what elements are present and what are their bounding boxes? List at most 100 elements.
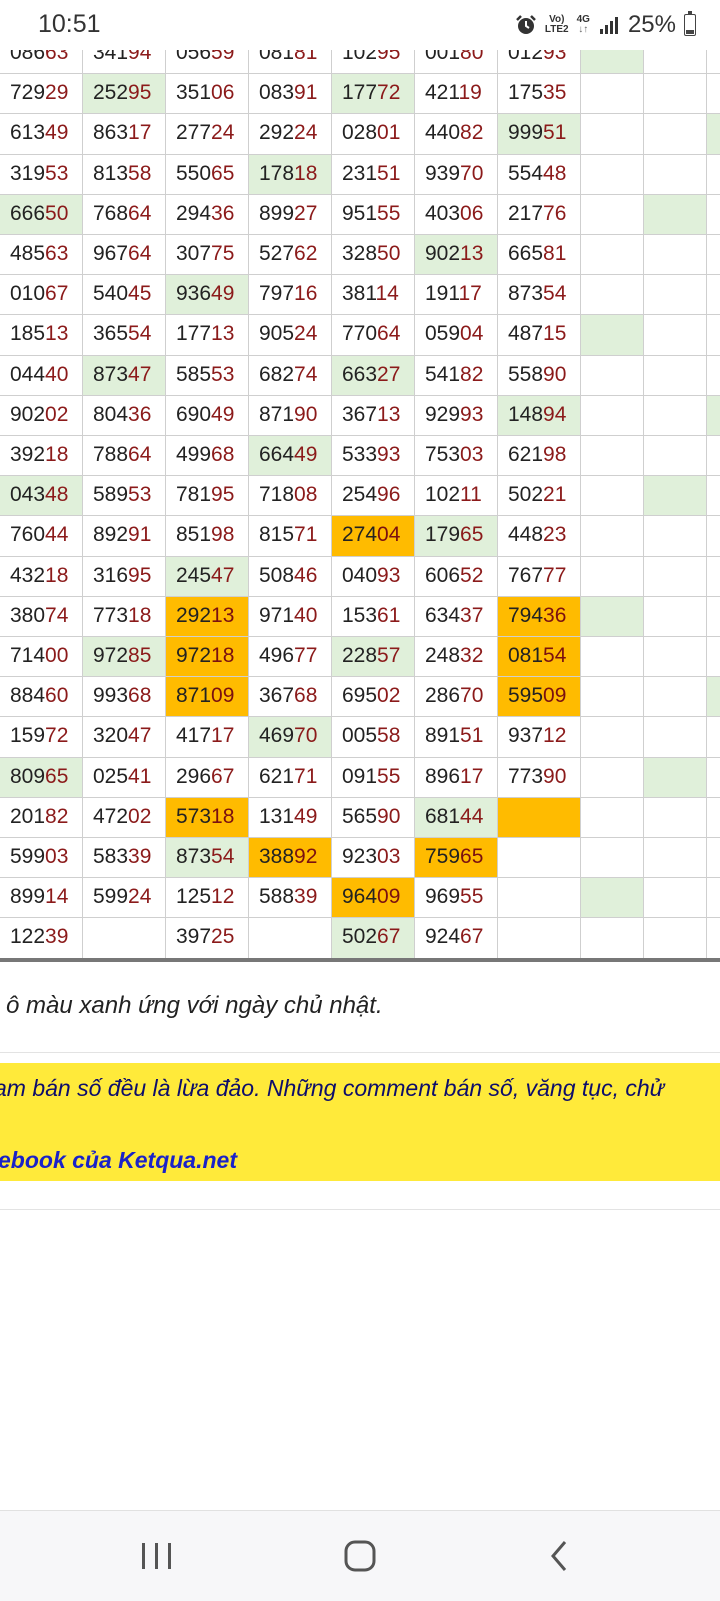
grid-cell xyxy=(581,235,644,276)
grid-cell: 88460 xyxy=(0,677,83,718)
cell-head-digits: 813 xyxy=(93,161,129,185)
grid-cell: 90213 xyxy=(415,235,498,276)
cell-tail-digits: 18 xyxy=(45,563,69,587)
cell-tail-digits: 70 xyxy=(460,684,484,708)
cell-head-digits: 797 xyxy=(259,282,295,306)
cell-head-digits: 177 xyxy=(342,81,378,105)
cell-tail-digits: 02 xyxy=(377,684,401,708)
back-icon[interactable] xyxy=(535,1533,585,1579)
warning-text: am bán số đều là lừa đảo. Những comment … xyxy=(0,1075,665,1101)
cell-tail-digits: 01 xyxy=(377,121,401,145)
cell-tail-digits: 09 xyxy=(543,684,567,708)
grid-cell xyxy=(644,878,707,919)
cell-head-digits: 595 xyxy=(508,684,544,708)
cell-head-digits: 902 xyxy=(10,402,46,426)
grid-cell: 96409 xyxy=(332,878,415,919)
cell-head-digits: 999 xyxy=(508,121,544,145)
grid-cell xyxy=(581,194,644,235)
cell-tail-digits: 51 xyxy=(377,161,401,185)
cell-tail-digits: 74 xyxy=(45,603,69,627)
cell-head-digits: 499 xyxy=(176,443,212,466)
grid-cell: 44082 xyxy=(415,114,498,155)
grid-cell: 25295 xyxy=(83,74,166,115)
cell-tail-digits: 60 xyxy=(45,684,69,708)
grid-cell: 55065 xyxy=(166,154,249,195)
home-icon[interactable] xyxy=(335,1533,385,1579)
grid-cell: 96764 xyxy=(83,235,166,276)
grid-cell: 89151 xyxy=(415,717,498,758)
cell-tail-digits: 64 xyxy=(377,322,401,346)
cell-tail-digits: 13 xyxy=(45,322,69,346)
cell-tail-digits: 64 xyxy=(128,443,152,466)
cell-tail-digits: 13 xyxy=(460,242,484,265)
cell-head-digits: 487 xyxy=(508,322,544,346)
cell-head-digits: 729 xyxy=(10,81,46,105)
grid-cell: 43218 xyxy=(0,556,83,597)
grid-cell: 80965 xyxy=(0,757,83,798)
cell-tail-digits: 76 xyxy=(543,201,567,225)
status-time: 10:51 xyxy=(38,10,101,38)
cell-tail-digits: 82 xyxy=(45,804,69,828)
grid-cell: 04093 xyxy=(332,556,415,597)
grid-cell: 54182 xyxy=(415,355,498,396)
grid-cell: 66449 xyxy=(249,436,332,477)
cell-tail-digits: 24 xyxy=(294,121,318,145)
cell-head-digits: 554 xyxy=(508,161,544,185)
cell-head-digits: 367 xyxy=(259,684,295,708)
cell-head-digits: 043 xyxy=(10,483,46,507)
grid-cell xyxy=(644,838,707,879)
grid-cell: 89927 xyxy=(249,194,332,235)
recent-apps-icon[interactable] xyxy=(132,1533,182,1579)
cell-head-digits: 252 xyxy=(93,81,129,105)
grid-cell: 57318 xyxy=(166,797,249,838)
cell-tail-digits: 44 xyxy=(460,804,484,828)
cell-head-digits: 613 xyxy=(10,121,46,145)
cell-tail-digits: 18 xyxy=(45,443,69,466)
grid-cell: 69049 xyxy=(166,395,249,436)
cell-head-digits: 294 xyxy=(176,201,212,225)
cell-head-digits: 663 xyxy=(342,362,378,386)
grid-cell: 93712 xyxy=(498,717,581,758)
cell-head-digits: 496 xyxy=(259,644,295,667)
cell-head-digits: 277 xyxy=(176,121,212,145)
cell-head-digits: 248 xyxy=(425,644,461,667)
cell-tail-digits: 72 xyxy=(377,81,401,105)
grid-cell: 58953 xyxy=(83,476,166,517)
cell-tail-digits: 16 xyxy=(294,282,318,306)
cell-head-digits: 815 xyxy=(259,523,295,547)
grid-cell xyxy=(581,838,644,879)
cell-tail-digits: 75 xyxy=(211,242,235,265)
cell-tail-digits: 13 xyxy=(377,402,401,426)
cell-head-digits: 028 xyxy=(342,121,378,145)
cell-head-digits: 971 xyxy=(259,603,295,627)
facebook-link[interactable]: ebook của Ketqua.net xyxy=(0,1147,237,1174)
cell-tail-digits: 71 xyxy=(294,764,318,788)
grid-cell: 17818 xyxy=(249,154,332,195)
cell-head-digits: 993 xyxy=(93,684,129,708)
cell-head-digits: 929 xyxy=(425,402,461,426)
cell-head-digits: 972 xyxy=(93,644,129,667)
grid-cell: 80436 xyxy=(83,395,166,436)
cell-head-digits: 606 xyxy=(425,563,461,587)
grid-cell: 77064 xyxy=(332,315,415,356)
grid-cell xyxy=(581,516,644,557)
results-grid[interactable]: 08663 34194 05659 08181 10295 00180 01293 72929… xyxy=(0,34,720,959)
cell-head-digits: 665 xyxy=(508,242,544,265)
grid-cell: 78195 xyxy=(166,476,249,517)
grid-cell: 52762 xyxy=(249,235,332,276)
grid-cell: 89617 xyxy=(415,757,498,798)
grid-cell: 04348 xyxy=(0,476,83,517)
grid-cell: 09155 xyxy=(332,757,415,798)
grid-cell: 89291 xyxy=(83,516,166,557)
cell-tail-digits: 85 xyxy=(128,644,152,667)
grid-cell xyxy=(581,757,644,798)
cell-tail-digits: 00 xyxy=(45,644,69,667)
cell-head-digits: 533 xyxy=(342,443,378,466)
cell-tail-digits: 44 xyxy=(45,523,69,547)
cell-tail-digits: 82 xyxy=(460,121,484,145)
cell-head-digits: 328 xyxy=(342,242,378,265)
grid-cell: 29436 xyxy=(166,194,249,235)
cell-head-digits: 773 xyxy=(93,603,129,627)
cell-head-digits: 179 xyxy=(425,523,461,547)
cell-tail-digits: 51 xyxy=(543,121,567,145)
